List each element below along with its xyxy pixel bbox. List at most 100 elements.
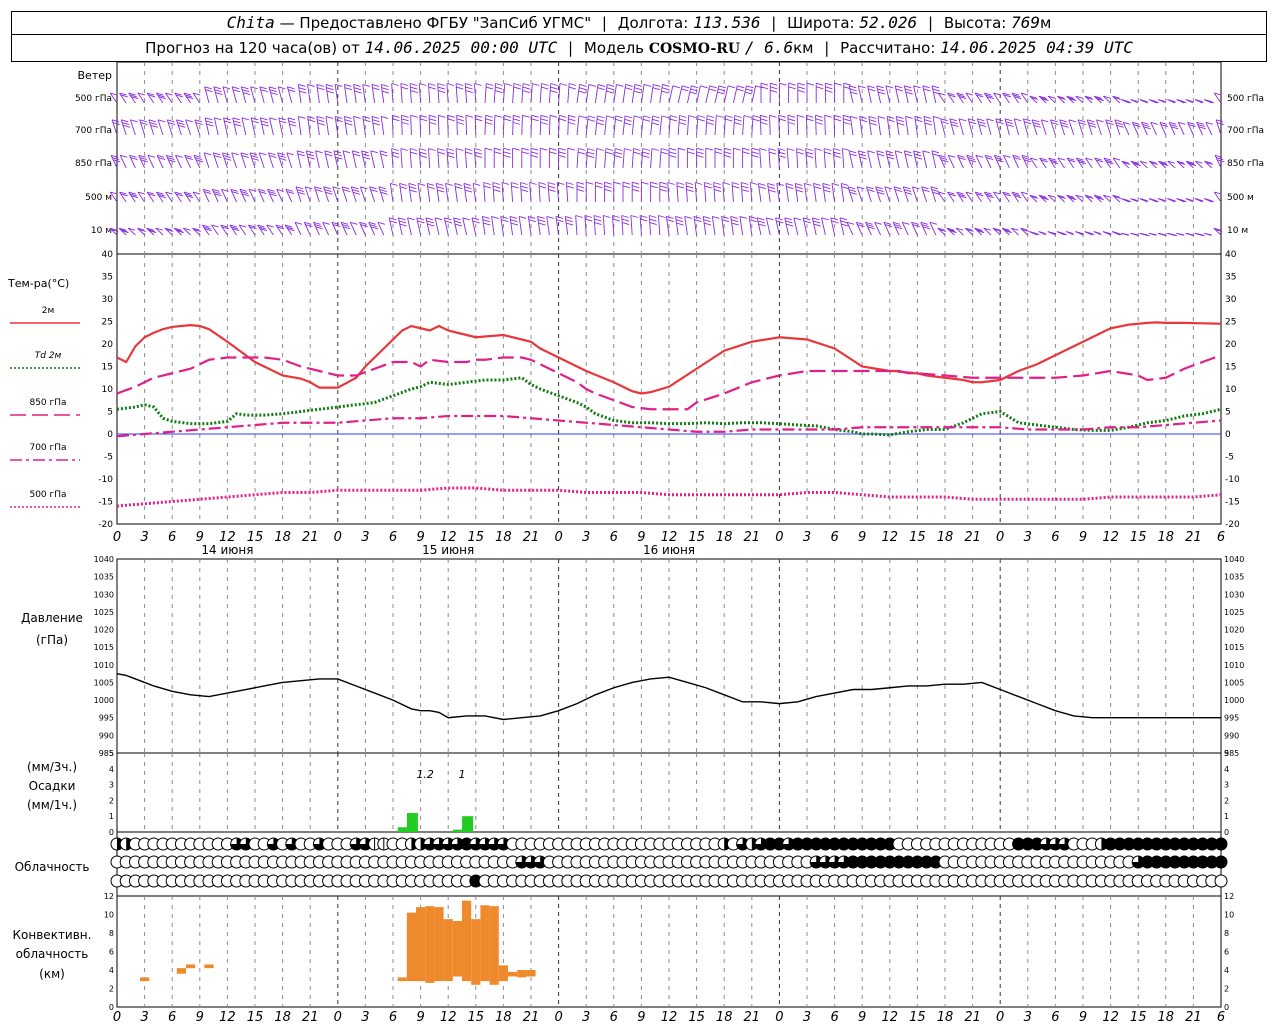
wind-barb-feather [670, 115, 678, 118]
hour-tick-label-bottom: 15 [909, 1010, 926, 1024]
wind-barb-feather [203, 152, 212, 156]
wind-barb-staff [931, 85, 937, 104]
wind-barb-staff [250, 86, 256, 104]
wind-barb [267, 188, 277, 203]
wind-barb-staff [802, 217, 808, 236]
wind-barb [648, 215, 657, 236]
wind-barb-staff [286, 86, 293, 104]
wind-barb-staff [949, 118, 955, 136]
wind-barb-staff [659, 115, 663, 136]
wind-barb-feather [588, 115, 596, 119]
precip-tick-left: 0 [109, 828, 114, 837]
wind-barb [239, 188, 250, 203]
wind-barb-feather [793, 217, 802, 221]
wind-barb [793, 217, 802, 236]
precip-annotation: 1 [459, 768, 466, 781]
wind-level-label-right: 850 гПа [1227, 159, 1264, 169]
wind-barb [1048, 157, 1059, 169]
wind-barb-feather [877, 191, 885, 195]
wind-barb-feather [465, 114, 474, 118]
wind-barb-staff [929, 222, 937, 236]
temp-tick-left: 20 [102, 340, 114, 350]
wind-barb-staff [921, 186, 928, 203]
wind-barb-feather [569, 83, 577, 86]
wind-barb-feather [558, 154, 566, 158]
wind-barb-feather [676, 182, 684, 185]
wind-barb-staff [193, 155, 201, 169]
wind-barb-staff [378, 186, 385, 203]
cloud-symbol [1214, 855, 1228, 869]
wind-barb [722, 182, 730, 203]
wind-barb-feather [616, 83, 624, 87]
wind-barb-feather [904, 189, 912, 192]
precip-annotation: 1.2 [416, 768, 434, 781]
wind-barb-feather [770, 89, 778, 93]
wind-barb-feather [297, 191, 305, 195]
wind-barb [1022, 118, 1032, 136]
wind-barb-staff [521, 83, 524, 104]
wind-barb-feather [885, 85, 894, 89]
wind-barb-staff [722, 182, 725, 203]
wind-barb-feather [841, 223, 849, 227]
wind-barb [711, 215, 720, 236]
wind-barb-feather [1050, 119, 1058, 123]
wind-barb-feather [140, 122, 148, 125]
wind-barb-feather [784, 217, 792, 221]
wind-barb-feather [261, 123, 269, 127]
wind-barb [1038, 194, 1049, 203]
wind-barb [785, 182, 794, 203]
wind-barb [462, 217, 470, 236]
wind-barb-staff [259, 86, 265, 104]
wind-barb-feather [625, 83, 633, 87]
conv-title-2: облачность [16, 947, 89, 961]
wind-barb-feather [511, 182, 519, 185]
conv-tick-left: 10 [104, 911, 114, 920]
wind-barb [1204, 160, 1213, 169]
wind-barb-feather [371, 83, 380, 87]
wind-barb-staff [711, 216, 716, 236]
wind-barb [875, 186, 885, 203]
wind-barb-feather [370, 150, 378, 154]
wind-barb [796, 114, 805, 136]
wind-barb-feather [352, 191, 361, 195]
wind-barb [1167, 198, 1176, 203]
wind-barb-staff [784, 217, 790, 236]
day-label: 15 июня [422, 543, 474, 557]
wind-barb-feather [825, 82, 833, 86]
wind-barb-feather [559, 118, 567, 122]
wind-barb-staff [259, 117, 265, 136]
wind-barb [1029, 231, 1040, 236]
wind-barb-feather [565, 222, 574, 226]
wind-barb-feather [705, 147, 713, 151]
wind-barb [859, 115, 868, 136]
wind-barb-feather [576, 185, 585, 189]
wind-barb-feather [485, 118, 493, 122]
wind-barb [211, 224, 219, 236]
hour-tick-label-bottom: 6 [389, 1010, 397, 1024]
wind-barb-feather [704, 185, 712, 189]
wind-barb-staff [757, 183, 762, 203]
wind-barb-staff [176, 119, 182, 136]
wind-barb [731, 182, 740, 203]
wind-barb-feather [362, 83, 370, 87]
wind-barb-feather [437, 148, 445, 151]
wind-barb [815, 114, 823, 136]
wind-barb-staff [258, 152, 265, 169]
wind-barb-staff [474, 83, 477, 104]
wind-barb-feather [380, 153, 388, 157]
wind-barb-feather [615, 115, 623, 119]
wind-barb-feather [895, 88, 903, 92]
wind-barb-staff [333, 150, 339, 169]
wind-barb-feather [643, 83, 652, 87]
wind-barb-staff [428, 83, 431, 104]
wind-barb-feather [815, 121, 823, 125]
wind-barb-staff [397, 217, 403, 236]
wind-barb [956, 191, 967, 203]
wind-barb-feather [352, 153, 361, 157]
wind-barb-feather [868, 115, 876, 119]
wind-barb-feather [775, 217, 783, 221]
wind-barb-feather [823, 186, 831, 190]
wind-barb [537, 215, 546, 236]
wind-barb [370, 150, 378, 169]
wind-barb [1121, 232, 1130, 236]
